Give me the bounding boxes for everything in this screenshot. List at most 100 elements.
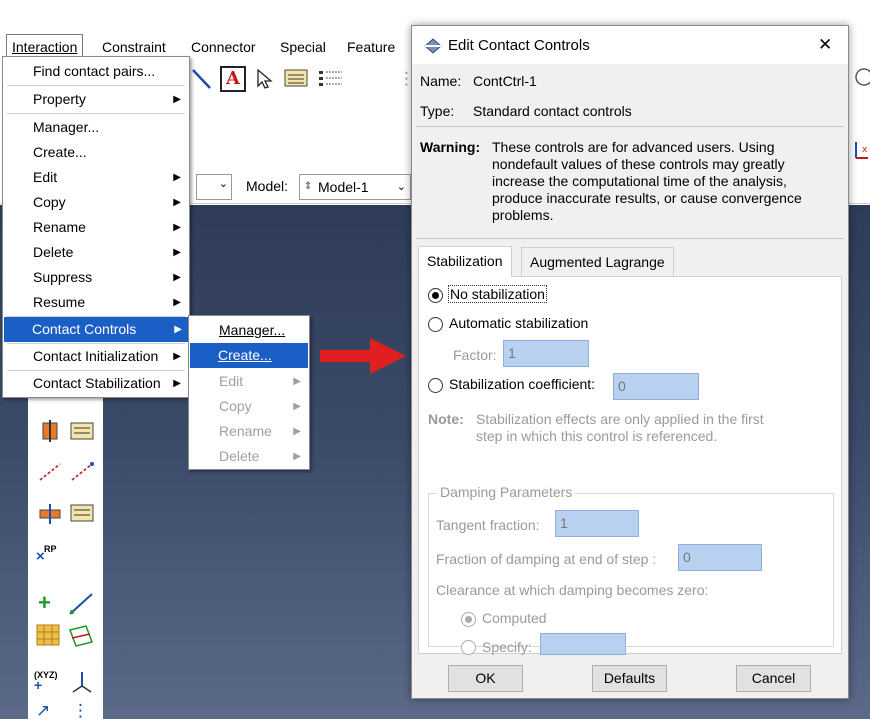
tab-stabilization[interactable]: Stabilization (418, 246, 512, 277)
list-icon[interactable] (318, 69, 344, 93)
submenu-arrow-icon: ▶ (173, 351, 181, 362)
menu-item-label: Property (33, 91, 86, 107)
menu-feature-label: Feature (347, 39, 396, 55)
left-toolbox: ▦ RP× + (XYZ)+ ↗ ⋮ (28, 380, 103, 720)
menu-interaction-label: Interaction (12, 39, 78, 55)
axis-triad-icon[interactable]: x (850, 138, 870, 168)
automatic-stabilization-radio[interactable] (428, 317, 443, 332)
csys-icon[interactable]: (XYZ) + (34, 670, 58, 692)
submenu-arrow-icon: ▶ (293, 376, 301, 387)
close-icon[interactable]: ✕ (818, 35, 832, 55)
chevron-down-icon: ⌄ (396, 181, 406, 193)
menu-item-label: Contact Stabilization (33, 375, 161, 391)
dialog-titlebar[interactable]: Edit Contact Controls ✕ (412, 26, 848, 64)
menu-item-edit[interactable]: Edit ▶ (5, 165, 187, 190)
chevron-down-icon: ⌄ (218, 178, 228, 190)
submenu-arrow-icon: ▶ (293, 426, 301, 437)
name-value: ContCtrl-1 (473, 73, 537, 89)
specify-field (540, 633, 626, 655)
stabilization-coefficient-radio[interactable] (428, 378, 443, 393)
submenu-arrow-icon: ▶ (173, 94, 181, 105)
type-label: Type: (420, 103, 455, 119)
menu-item-suppress[interactable]: Suppress ▶ (5, 265, 187, 290)
fastener-icon[interactable] (40, 420, 60, 448)
tab-panel-stabilization: No stabilization Automatic stabilization… (418, 276, 842, 655)
wire-tool-icon[interactable] (38, 460, 64, 488)
arrow-icon[interactable] (190, 66, 214, 98)
no-stabilization-label[interactable]: No stabilization (448, 285, 547, 303)
menu-feature[interactable]: Feature (342, 35, 400, 59)
menu-item-label: Suppress (33, 269, 93, 285)
menu-item-manager[interactable]: Manager... (5, 115, 187, 140)
tab-augmented-lagrange[interactable]: Augmented Lagrange (521, 247, 674, 277)
menu-item-property[interactable]: Property ▶ (5, 87, 187, 112)
fraction-damping-end-field[interactable]: 0 (678, 544, 762, 571)
mesh-grid-icon[interactable] (36, 624, 60, 652)
module-dropdown[interactable]: ⌄ (196, 174, 232, 200)
type-value: Standard contact controls (473, 103, 632, 119)
menu-item-label: Contact Controls (32, 321, 137, 337)
factor-label: Factor: (453, 347, 497, 363)
submenu-arrow-icon: ▶ (293, 401, 301, 412)
model-label: Model: (246, 178, 289, 194)
warning-label: Warning: (420, 139, 481, 155)
submenu-item-copy: Copy ▶ (191, 394, 307, 419)
submenu-item-manager[interactable]: Manager... (191, 318, 307, 343)
computed-radio (461, 612, 476, 627)
divider (416, 238, 844, 239)
model-dropdown[interactable]: ⇕ Model-1 ⌄ (299, 174, 411, 200)
automatic-stabilization-label[interactable]: Automatic stabilization (449, 315, 588, 331)
menu-item-copy[interactable]: Copy ▶ (5, 190, 187, 215)
datum-axis-icon[interactable] (68, 592, 94, 622)
triad-icon[interactable] (70, 670, 94, 700)
tangent-fraction-field[interactable]: 1 (555, 510, 639, 537)
reference-point-icon[interactable]: RP × (36, 544, 57, 568)
no-stabilization-radio[interactable] (428, 288, 443, 303)
section-assign-icon[interactable] (38, 504, 62, 530)
dialog-title: Edit Contact Controls (448, 37, 590, 54)
menu-item-label: Contact Initialization (33, 348, 159, 364)
interaction-menu: Find contact pairs... Property ▶ Manager.… (2, 56, 190, 398)
cancel-button[interactable]: Cancel (736, 665, 811, 692)
submenu-arrow-icon: ▶ (173, 378, 181, 389)
submenu-item-edit: Edit ▶ (191, 369, 307, 394)
dialog-app-icon (424, 38, 442, 54)
factor-field[interactable]: 1 (503, 340, 589, 367)
fastener-manager-icon[interactable] (70, 422, 94, 446)
menu-item-find-contact-pairs[interactable]: Find contact pairs... (5, 59, 187, 84)
menu-separator (7, 113, 185, 114)
divider (416, 126, 844, 127)
submenu-item-create[interactable]: Create... (190, 343, 308, 368)
ok-button[interactable]: OK (448, 665, 523, 692)
submenu-item-label: Edit (219, 373, 244, 389)
partition-icon[interactable] (68, 624, 94, 654)
connector-icon[interactable] (70, 460, 96, 488)
defaults-button[interactable]: Defaults (592, 665, 667, 692)
submenu-item-label: Create... (218, 347, 272, 363)
menu-item-label: Edit (33, 169, 58, 185)
warning-text: These controls are for advanced users. U… (492, 139, 802, 223)
menu-item-create[interactable]: Create... (5, 140, 187, 165)
menu-item-contact-controls[interactable]: Contact Controls ▶ (4, 317, 188, 342)
menu-special[interactable]: Special (275, 35, 331, 59)
edit-contact-controls-dialog: Edit Contact Controls ✕ Name: ContCtrl-1… (411, 25, 849, 699)
menu-connector[interactable]: Connector (186, 35, 261, 59)
submenu-arrow-icon: ▶ (173, 297, 181, 308)
coefficient-field[interactable]: 0 (613, 373, 699, 400)
menu-item-delete[interactable]: Delete ▶ (5, 240, 187, 265)
stabilization-coefficient-label[interactable]: Stabilization coefficient: (449, 376, 595, 392)
menu-item-contact-initialization[interactable]: Contact Initialization ▶ (5, 344, 187, 369)
submenu-item-delete: Delete ▶ (191, 444, 307, 469)
section-manager-icon[interactable] (70, 504, 94, 528)
menu-item-label: Manager... (33, 119, 100, 135)
circle-tool-icon[interactable] (852, 66, 870, 94)
menu-interaction[interactable]: Interaction (6, 34, 84, 58)
submenu-item-rename: Rename ▶ (191, 419, 307, 444)
text-annotation-icon[interactable]: A (220, 66, 246, 92)
menu-item-contact-stabilization[interactable]: Contact Stabilization ▶ (5, 371, 187, 396)
menu-item-rename[interactable]: Rename ▶ (5, 215, 187, 240)
menu-item-resume[interactable]: Resume ▶ (5, 290, 187, 315)
query-table-icon[interactable] (284, 69, 308, 93)
pointer-icon[interactable] (255, 68, 275, 96)
add-point-icon[interactable]: + (38, 592, 51, 614)
